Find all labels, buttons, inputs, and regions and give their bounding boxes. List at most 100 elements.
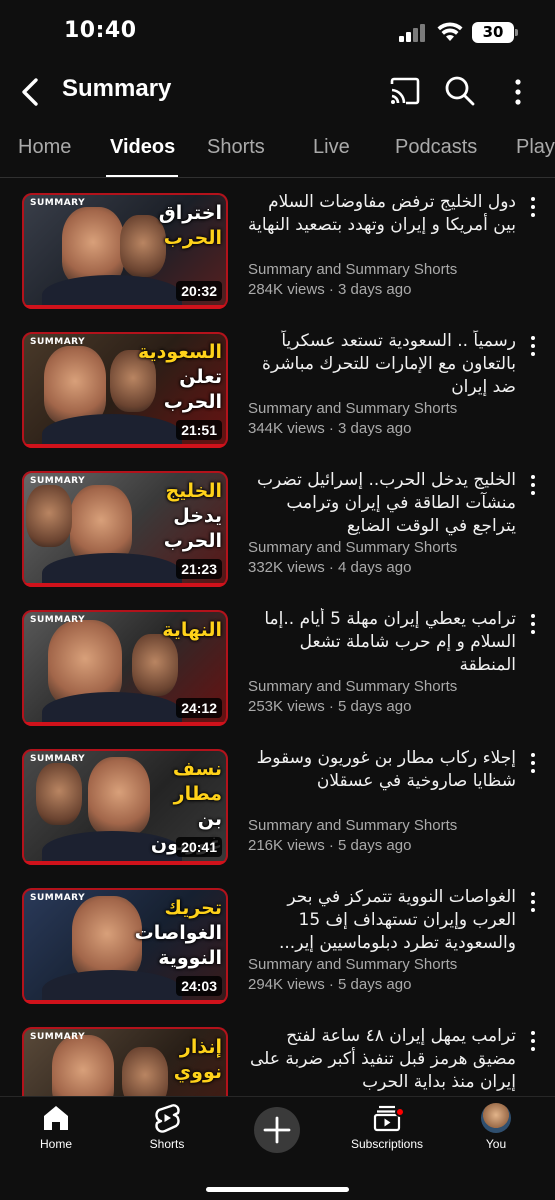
app-header: Summary — [0, 62, 555, 122]
video-item[interactable]: SUMMARY النهاية 24:12 ترامب يعطي إيران م… — [0, 596, 555, 735]
video-channel: Summary and Summary Shorts — [248, 261, 458, 278]
video-more-icon[interactable] — [526, 1029, 540, 1053]
video-channel: Summary and Summary Shorts — [248, 400, 458, 417]
video-duration: 20:41 — [176, 837, 222, 857]
video-thumbnail[interactable]: SUMMARY نسف مطاربن غوريون 20:41 — [22, 749, 228, 865]
thumbnail-caption-line: إنذار — [179, 1036, 222, 1058]
tab-videos[interactable]: Videos — [110, 136, 175, 159]
video-more-icon[interactable] — [526, 473, 540, 497]
thumbnail-caption: النهاية — [140, 618, 222, 643]
video-channel: Summary and Summary Shorts — [248, 956, 458, 973]
video-duration: 24:12 — [176, 698, 222, 718]
video-title[interactable]: الخليج يدخل الحرب.. إسرائيل تضرب منشآت ا… — [248, 469, 516, 538]
thumbnail-caption-line: الحرب — [163, 227, 222, 249]
video-title[interactable]: رسمياً .. السعودية تستعد عسكرياً بالتعاو… — [248, 330, 516, 399]
video-more-icon[interactable] — [526, 612, 540, 636]
battery-tip — [515, 29, 518, 36]
thumbnail-figure — [42, 553, 182, 587]
search-icon[interactable] — [444, 75, 476, 107]
video-title[interactable]: إجلاء ركاب مطار بن غوريون وسقوط شظايا صا… — [248, 747, 516, 816]
video-channel: Summary and Summary Shorts — [248, 539, 458, 556]
video-meta: 332K views · 4 days ago — [248, 559, 412, 576]
tab-live[interactable]: Live — [313, 136, 350, 159]
video-title[interactable]: ترامب يعطي إيران مهلة 5 أيام ..إما السلا… — [248, 608, 516, 677]
home-indicator — [206, 1187, 349, 1192]
thumbnail-caption-line: الغواصات النووية — [134, 922, 222, 969]
video-info: دول الخليج ترفض مفاوضات السلام بين أمريك… — [248, 191, 516, 298]
back-arrow-icon[interactable] — [16, 74, 46, 110]
video-duration: 21:51 — [176, 420, 222, 440]
nav-subscriptions-label: Subscriptions — [350, 1137, 424, 1151]
video-more-icon[interactable] — [526, 890, 540, 914]
thumbnail-caption: اختراق الحرب — [140, 201, 222, 251]
thumbnail-caption: السعودية تعلن الحرب — [138, 340, 222, 415]
bottom-navigation: Home Shorts Subscriptions You — [0, 1096, 555, 1200]
video-duration: 21:23 — [176, 559, 222, 579]
status-time: 10:40 — [64, 18, 137, 43]
nav-subscriptions[interactable]: Subscriptions — [337, 1103, 437, 1163]
video-thumbnail[interactable]: SUMMARY الخليج يدخل الحرب 21:23 — [22, 471, 228, 587]
video-info: رسمياً .. السعودية تستعد عسكرياً بالتعاو… — [248, 330, 516, 437]
video-more-icon[interactable] — [526, 334, 540, 358]
video-list: SUMMARY اختراق الحرب 20:32 دول الخليج ترف… — [0, 179, 555, 1096]
active-tab-indicator — [106, 175, 178, 177]
video-info: ترامب يعطي إيران مهلة 5 أيام ..إما السلا… — [248, 608, 516, 715]
nav-you-label: You — [485, 1137, 507, 1151]
thumbnail-figure — [42, 275, 182, 309]
video-meta: 294K views · 5 days ago — [248, 976, 412, 993]
home-icon — [44, 1106, 68, 1130]
video-item[interactable]: SUMMARY السعودية تعلن الحرب 21:51 رسمياً … — [0, 318, 555, 457]
more-options-icon[interactable] — [506, 77, 530, 107]
thumbnail-caption-line: نسف مطار — [172, 758, 222, 805]
video-thumbnail[interactable]: SUMMARY النهاية 24:12 — [22, 610, 228, 726]
create-button[interactable] — [254, 1107, 300, 1153]
thumbnail-caption-line: النهاية — [162, 619, 222, 641]
video-duration: 20:32 — [176, 281, 222, 301]
video-thumbnail[interactable]: SUMMARY اختراق الحرب 20:32 — [22, 193, 228, 309]
thumbnail-figure — [42, 970, 182, 1004]
thumbnail-border — [22, 861, 228, 865]
video-item[interactable]: SUMMARY اختراق الحرب 20:32 دول الخليج ترف… — [0, 179, 555, 318]
video-more-icon[interactable] — [526, 195, 540, 219]
cellular-signal-icon — [399, 24, 427, 42]
thumbnail-figure — [42, 692, 182, 726]
video-more-icon[interactable] — [526, 751, 540, 775]
tab-home[interactable]: Home — [18, 136, 71, 159]
video-item[interactable]: SUMMARY الخليج يدخل الحرب 21:23 الخليج يد… — [0, 457, 555, 596]
nav-you[interactable]: You — [446, 1103, 546, 1163]
thumbnail-figure — [132, 634, 178, 696]
video-thumbnail[interactable]: SUMMARY إنذار نووي — [22, 1027, 228, 1096]
tab-shorts[interactable]: Shorts — [207, 136, 265, 159]
thumbnail-caption: الخليج يدخل الحرب — [140, 479, 222, 554]
cast-icon[interactable] — [388, 76, 422, 106]
video-title[interactable]: دول الخليج ترفض مفاوضات السلام بين أمريك… — [248, 191, 516, 260]
nav-home[interactable]: Home — [6, 1103, 106, 1163]
shorts-icon — [155, 1104, 180, 1133]
video-title[interactable]: ترامب يمهل إيران ٤٨ ساعة لفتح مضيق هرمز … — [248, 1025, 516, 1094]
video-meta: 284K views · 3 days ago — [248, 281, 412, 298]
video-info: الغواصات النووية تتمركز في بحر العرب وإي… — [248, 886, 516, 993]
video-title[interactable]: الغواصات النووية تتمركز في بحر العرب وإي… — [248, 886, 516, 955]
thumbnail-caption: تحريك الغواصات النووية — [135, 896, 222, 971]
video-thumbnail[interactable]: SUMMARY السعودية تعلن الحرب 21:51 — [22, 332, 228, 448]
tab-playlists[interactable]: Play — [516, 136, 555, 159]
thumbnail-brand: SUMMARY — [30, 615, 86, 625]
video-duration: 24:03 — [176, 976, 222, 996]
thumbnail-brand: SUMMARY — [30, 198, 86, 208]
nav-shorts-label: Shorts — [149, 1137, 185, 1151]
thumbnail-caption-line: نووي — [173, 1061, 222, 1083]
video-channel: Summary and Summary Shorts — [248, 678, 458, 695]
tab-podcasts[interactable]: Podcasts — [395, 136, 477, 159]
video-channel: Summary and Summary Shorts — [248, 817, 458, 834]
video-meta: 216K views · 5 days ago — [248, 837, 412, 854]
thumbnail-figure — [72, 896, 142, 980]
video-item[interactable]: SUMMARY نسف مطاربن غوريون 20:41 إجلاء رك… — [0, 735, 555, 874]
thumbnail-border — [22, 722, 228, 726]
video-item[interactable]: SUMMARY إنذار نووي ترامب يمهل إيران ٤٨ سا… — [0, 1013, 555, 1096]
thumbnail-border — [22, 1000, 228, 1004]
wifi-icon — [437, 22, 463, 41]
nav-shorts[interactable]: Shorts — [117, 1103, 217, 1163]
video-item[interactable]: SUMMARY تحريك الغواصات النووية 24:03 الغو… — [0, 874, 555, 1013]
thumbnail-caption-line: الخليج — [165, 480, 222, 502]
video-thumbnail[interactable]: SUMMARY تحريك الغواصات النووية 24:03 — [22, 888, 228, 1004]
